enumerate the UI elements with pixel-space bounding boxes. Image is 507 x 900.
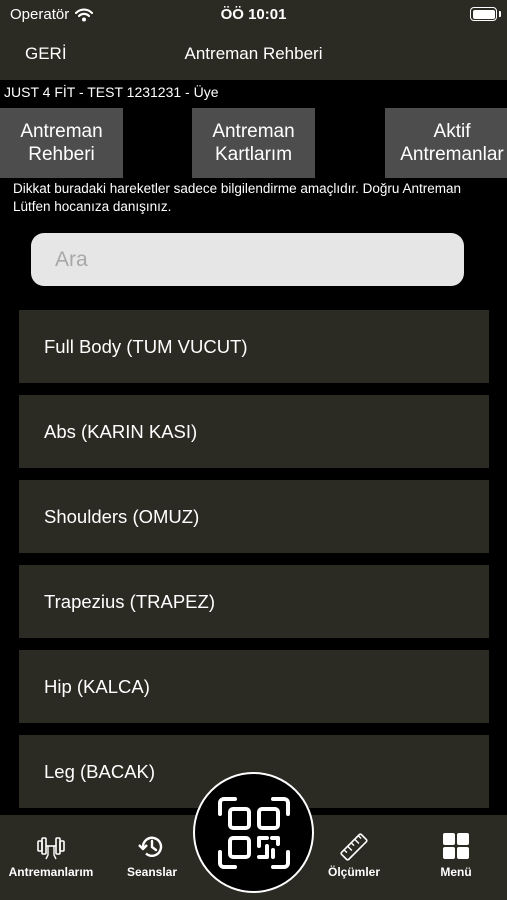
history-icon — [138, 836, 163, 857]
qr-scan-button[interactable] — [193, 772, 314, 893]
battery-tip — [499, 11, 501, 17]
tabbar-menu[interactable]: Menü — [406, 833, 506, 879]
search-input[interactable] — [31, 233, 464, 286]
ruler-icon — [340, 833, 368, 861]
tab-label-line1: Antreman — [212, 121, 295, 142]
page-title: Antreman Rehberi — [184, 44, 323, 63]
category-list: Full Body (TUM VUCUT) Abs (KARIN KASI) S… — [19, 310, 489, 820]
status-bar: Operatör ÖÖ 10:01 — [0, 0, 507, 30]
tabbar-label: Antremanlarım — [8, 865, 94, 879]
tab-antreman-kartlarim[interactable]: Antreman Kartlarım — [192, 108, 315, 178]
tab-label-line1: Aktif — [433, 121, 471, 142]
tabbar-label: Ölçümler — [327, 865, 381, 879]
nav-bar: GERİ Antreman Rehberi — [0, 30, 507, 80]
battery-icon — [470, 7, 497, 21]
qr-code-icon — [217, 796, 290, 869]
list-item-trapezius[interactable]: Trapezius (TRAPEZ) — [19, 565, 489, 638]
tabbar-olcumler[interactable]: Ölçümler — [304, 833, 404, 879]
tab-label: Antreman Rehberi — [20, 120, 102, 166]
tab-antreman-rehberi[interactable]: Antreman Rehberi — [0, 108, 123, 178]
tab-aktif-antremanlar[interactable]: Aktif Antremanlar — [385, 108, 507, 178]
tabbar-label: Menü — [440, 865, 472, 879]
tab-label-line1: Antreman — [20, 121, 103, 142]
list-item-hip[interactable]: Hip (KALCA) — [19, 650, 489, 723]
disclaimer-text: Dikkat buradaki hareketler sadece bilgil… — [13, 181, 461, 214]
status-time: ÖÖ 10:01 — [220, 6, 287, 23]
grid-icon — [443, 833, 469, 859]
tabbar-seanslar[interactable]: Seanslar — [102, 833, 202, 879]
tabbar-label: Seanslar — [126, 865, 178, 879]
tab-label: Antreman Kartlarım — [212, 120, 294, 166]
list-item-shoulders[interactable]: Shoulders (OMUZ) — [19, 480, 489, 553]
tabbar-antremanlarim[interactable]: Antremanlarım — [1, 833, 101, 879]
dumbbell-icon — [37, 837, 65, 860]
tab-label-line2: Rehberi — [28, 144, 95, 165]
list-item-abs[interactable]: Abs (KARIN KASI) — [19, 395, 489, 468]
list-item-full-body[interactable]: Full Body (TUM VUCUT) — [19, 310, 489, 383]
member-info: JUST 4 FİT - TEST 1231231 - Üye — [4, 84, 219, 100]
tab-label-line2: Kartlarım — [214, 144, 293, 165]
tab-label-line2: Antremanlar — [400, 144, 504, 165]
tab-label: Aktif Antremanlar — [388, 120, 504, 166]
